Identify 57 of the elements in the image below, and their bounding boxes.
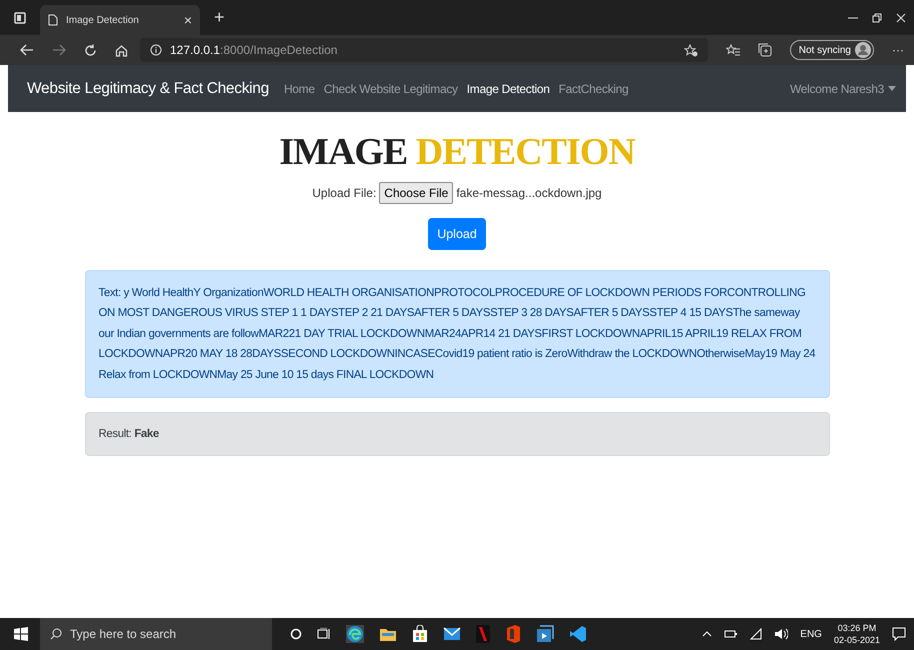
clock-date[interactable]: 02-05-2021 <box>834 634 880 646</box>
url-path: :8000/ImageDetection <box>220 43 338 57</box>
forward-icon[interactable] <box>52 44 66 56</box>
media-player-icon[interactable] <box>536 625 554 643</box>
info-icon <box>150 44 162 56</box>
page-icon <box>48 14 58 26</box>
chevron-up-icon[interactable] <box>702 631 712 637</box>
page-title-highlight: DETECTION <box>416 131 635 173</box>
choose-file-button[interactable]: Choose File <box>379 182 454 204</box>
nav-link[interactable]: Image Detection <box>466 82 550 96</box>
site-brand[interactable]: Website Legitimacy & Fact Checking <box>27 80 269 98</box>
collections-icon[interactable] <box>758 43 772 57</box>
volume-icon[interactable] <box>774 628 788 640</box>
nav-link[interactable]: FactChecking <box>558 82 628 96</box>
avatar-icon <box>855 42 871 58</box>
task-view-icon[interactable] <box>317 628 331 640</box>
add-favorite-icon[interactable] <box>684 44 698 56</box>
close-icon[interactable] <box>896 12 906 22</box>
store-icon[interactable] <box>412 625 428 643</box>
start-icon[interactable] <box>14 627 28 641</box>
result-text: Result: Fake <box>84 412 830 456</box>
notification-icon[interactable] <box>892 627 906 641</box>
new-tab-button[interactable]: + <box>214 7 225 28</box>
tab-actions-icon[interactable] <box>14 12 26 24</box>
upload-button[interactable]: Upload <box>428 218 486 250</box>
upload-label: Upload File: <box>312 186 376 200</box>
taskbar-search-field[interactable]: Type here to search <box>40 618 272 650</box>
tab-close-button[interactable]: × <box>184 12 192 28</box>
cortana-icon[interactable] <box>290 628 302 640</box>
tab-title: Image Detection <box>66 14 140 26</box>
nav-link[interactable]: Home <box>284 82 315 96</box>
battery-icon[interactable] <box>724 629 738 639</box>
back-icon[interactable] <box>20 44 34 56</box>
file-name: fake-messag...ockdown.jpg <box>456 186 602 200</box>
address-field[interactable]: 127.0.0.1:8000/ImageDetection <box>140 38 708 62</box>
extracted-text: Text: y World HealthY OrganizationWORLD HEALTH ORGANISATIONPROTOCOLPROCEDURE OF LOCKDOWN PERIODS FORCONTROLLING ON MOST DANGEROUS VIRUS STEP 1 1 DAYSTEP 2 21 DAYSAFTER 5 DAYSSTEP 3 28 DAYSAFTER 5 DAYSSTEP 4 15 DAYSThe sameway our Indian governments are followMAR221 DAY TRIAL LOCKDOWNMAR24APR14 21 DAYSFIRST LOCKDOWNAPRIL15 APRIL19 RELAX FROM LOCKDOWNAPR20 MAY 18 28DAYSSECOND LOCKDOWNINCASECovid19 patient ratio is ZeroWithdraw the LOCKDOWNOtherwiseMay19 May 24 Relax from LOCKDOWNMay 25 June 10 15 days FINAL LOCKDOWN <box>84 270 830 398</box>
language-indicator[interactable]: ENG <box>800 628 822 640</box>
folder-icon[interactable] <box>379 626 397 642</box>
caret-icon[interactable] <box>888 86 896 91</box>
nav-link[interactable]: Check Website Legitimacy <box>324 82 458 96</box>
user-menu[interactable]: Welcome Naresh3 <box>790 82 884 96</box>
page-title: IMAGE <box>279 131 408 173</box>
refresh-icon[interactable] <box>84 44 97 56</box>
code-editor-icon[interactable] <box>569 625 587 643</box>
edge-icon[interactable] <box>346 625 364 643</box>
browser-tab[interactable]: Image Detection × <box>40 5 200 35</box>
more-button[interactable]: ··· <box>892 43 904 57</box>
video-app-icon[interactable] <box>476 625 490 643</box>
search-icon <box>50 628 62 640</box>
url-host: 127.0.0.1 <box>170 43 220 57</box>
favorites-icon[interactable] <box>726 44 740 56</box>
profile-button[interactable]: Not syncing <box>790 40 874 60</box>
restore-icon[interactable] <box>872 12 882 22</box>
clock-time[interactable]: 03:26 PM <box>838 622 876 634</box>
office-icon[interactable] <box>505 625 521 643</box>
mail-icon[interactable] <box>443 627 461 641</box>
home-icon[interactable] <box>115 44 128 56</box>
